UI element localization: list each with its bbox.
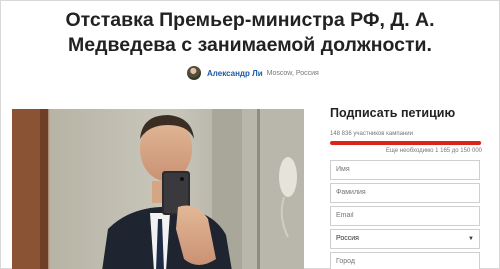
last-name-field[interactable] (330, 183, 480, 203)
sign-petition-panel: Подписать петицию 148 836 участников кам… (330, 106, 482, 269)
author-location: Moscow, Россия (266, 69, 319, 77)
email-field[interactable] (330, 206, 480, 226)
signature-progress-bar (330, 141, 482, 145)
author-name-link[interactable]: Александр Ли (207, 69, 263, 78)
signatures-needed-text: Еще необходимо 1 165 до 150 000 (385, 148, 482, 154)
avatar[interactable] (187, 66, 201, 80)
petition-photo (12, 109, 304, 269)
participants-count: 148 836 участников кампании (330, 131, 413, 137)
petition-title: Отставка Премьер-министра РФ, Д. А. Медв… (65, 9, 435, 56)
sign-petition-heading: Подписать петицию (330, 106, 456, 120)
country-select[interactable]: Россия ▼ (330, 229, 480, 249)
first-name-field[interactable] (330, 160, 480, 180)
chevron-down-icon: ▼ (468, 235, 474, 242)
signature-progress-fill (330, 141, 481, 145)
city-field[interactable] (330, 252, 480, 269)
country-select-value: Россия (336, 235, 359, 243)
author-info: Александр Ли Moscow, Россия (187, 66, 319, 80)
